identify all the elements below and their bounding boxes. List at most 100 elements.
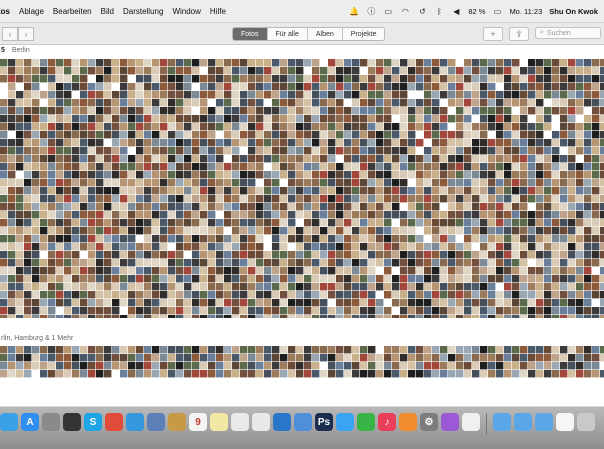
- photo-thumbnail[interactable]: [240, 171, 248, 179]
- photo-thumbnail[interactable]: [256, 354, 264, 362]
- photo-thumbnail[interactable]: [576, 155, 584, 163]
- photo-thumbnail[interactable]: [320, 315, 328, 318]
- photo-thumbnail[interactable]: [288, 123, 296, 131]
- photo-thumbnail[interactable]: [352, 107, 360, 115]
- photo-thumbnail[interactable]: [144, 59, 152, 67]
- photo-thumbnail[interactable]: [88, 187, 96, 195]
- photo-thumbnail[interactable]: [120, 139, 128, 147]
- photo-thumbnail[interactable]: [504, 283, 512, 291]
- photo-thumbnail[interactable]: [272, 211, 280, 219]
- photo-thumbnail[interactable]: [344, 99, 352, 107]
- photo-thumbnail[interactable]: [512, 362, 520, 370]
- photo-thumbnail[interactable]: [432, 83, 440, 91]
- photo-thumbnail[interactable]: [376, 275, 384, 283]
- photo-thumbnail[interactable]: [24, 67, 32, 75]
- photo-thumbnail[interactable]: [200, 291, 208, 299]
- photo-thumbnail[interactable]: [200, 315, 208, 318]
- photo-thumbnail[interactable]: [488, 123, 496, 131]
- photo-thumbnail[interactable]: [32, 75, 40, 83]
- photo-thumbnail[interactable]: [232, 99, 240, 107]
- photo-thumbnail[interactable]: [584, 227, 592, 235]
- photo-thumbnail[interactable]: [432, 243, 440, 251]
- photo-thumbnail[interactable]: [288, 91, 296, 99]
- photo-thumbnail[interactable]: [328, 370, 336, 378]
- photo-thumbnail[interactable]: [584, 139, 592, 147]
- photo-thumbnail[interactable]: [160, 179, 168, 187]
- photo-thumbnail[interactable]: [176, 346, 184, 354]
- photo-thumbnail[interactable]: [584, 123, 592, 131]
- photo-thumbnail[interactable]: [408, 299, 416, 307]
- photo-thumbnail[interactable]: [312, 115, 320, 123]
- photo-thumbnail[interactable]: [264, 155, 272, 163]
- photo-mosaic-1[interactable]: [0, 59, 604, 318]
- photo-thumbnail[interactable]: [368, 219, 376, 227]
- photo-thumbnail[interactable]: [96, 219, 104, 227]
- photo-thumbnail[interactable]: [32, 275, 40, 283]
- photo-thumbnail[interactable]: [224, 107, 232, 115]
- photo-thumbnail[interactable]: [144, 99, 152, 107]
- photo-thumbnail[interactable]: [32, 187, 40, 195]
- photo-thumbnail[interactable]: [256, 291, 264, 299]
- photo-thumbnail[interactable]: [248, 187, 256, 195]
- photo-thumbnail[interactable]: [184, 283, 192, 291]
- photo-thumbnail[interactable]: [480, 291, 488, 299]
- photo-thumbnail[interactable]: [232, 275, 240, 283]
- photo-thumbnail[interactable]: [168, 299, 176, 307]
- photo-thumbnail[interactable]: [576, 131, 584, 139]
- photo-thumbnail[interactable]: [144, 163, 152, 171]
- launchpad-icon[interactable]: [42, 413, 60, 431]
- photo-thumbnail[interactable]: [584, 75, 592, 83]
- photo-thumbnail[interactable]: [320, 91, 328, 99]
- photo-thumbnail[interactable]: [144, 75, 152, 83]
- photo-thumbnail[interactable]: [552, 91, 560, 99]
- photo-thumbnail[interactable]: [376, 235, 384, 243]
- photo-thumbnail[interactable]: [192, 75, 200, 83]
- photo-thumbnail[interactable]: [360, 211, 368, 219]
- photo-thumbnail[interactable]: [312, 354, 320, 362]
- photo-thumbnail[interactable]: [520, 83, 528, 91]
- photo-thumbnail[interactable]: [328, 283, 336, 291]
- photo-thumbnail[interactable]: [424, 354, 432, 362]
- photo-thumbnail[interactable]: [560, 139, 568, 147]
- photo-thumbnail[interactable]: [256, 139, 264, 147]
- photo-thumbnail[interactable]: [128, 171, 136, 179]
- photo-thumbnail[interactable]: [264, 370, 272, 378]
- photo-thumbnail[interactable]: [168, 283, 176, 291]
- photo-thumbnail[interactable]: [80, 99, 88, 107]
- photo-thumbnail[interactable]: [288, 283, 296, 291]
- photo-thumbnail[interactable]: [544, 362, 552, 370]
- photo-thumbnail[interactable]: [216, 123, 224, 131]
- photo-thumbnail[interactable]: [352, 315, 360, 318]
- photo-thumbnail[interactable]: [136, 235, 144, 243]
- photo-thumbnail[interactable]: [232, 354, 240, 362]
- photo-thumbnail[interactable]: [0, 179, 8, 187]
- photo-thumbnail[interactable]: [320, 75, 328, 83]
- photo-thumbnail[interactable]: [56, 299, 64, 307]
- photo-thumbnail[interactable]: [232, 346, 240, 354]
- photo-thumbnail[interactable]: [112, 107, 120, 115]
- wifi-icon[interactable]: ◠: [400, 6, 410, 16]
- photo-thumbnail[interactable]: [480, 59, 488, 67]
- photo-thumbnail[interactable]: [320, 123, 328, 131]
- photo-thumbnail[interactable]: [144, 354, 152, 362]
- photo-thumbnail[interactable]: [32, 139, 40, 147]
- photo-thumbnail[interactable]: [432, 195, 440, 203]
- photo-thumbnail[interactable]: [152, 107, 160, 115]
- photo-thumbnail[interactable]: [464, 131, 472, 139]
- photo-thumbnail[interactable]: [208, 155, 216, 163]
- photo-thumbnail[interactable]: [128, 115, 136, 123]
- photo-thumbnail[interactable]: [232, 67, 240, 75]
- photo-thumbnail[interactable]: [144, 179, 152, 187]
- photo-thumbnail[interactable]: [464, 354, 472, 362]
- photo-thumbnail[interactable]: [296, 235, 304, 243]
- photo-thumbnail[interactable]: [168, 131, 176, 139]
- photo-thumbnail[interactable]: [344, 59, 352, 67]
- photo-thumbnail[interactable]: [568, 155, 576, 163]
- photo-thumbnail[interactable]: [80, 251, 88, 259]
- photo-thumbnail[interactable]: [208, 243, 216, 251]
- photo-thumbnail[interactable]: [8, 83, 16, 91]
- photo-thumbnail[interactable]: [296, 346, 304, 354]
- photo-thumbnail[interactable]: [400, 67, 408, 75]
- photo-thumbnail[interactable]: [512, 251, 520, 259]
- photo-thumbnail[interactable]: [192, 163, 200, 171]
